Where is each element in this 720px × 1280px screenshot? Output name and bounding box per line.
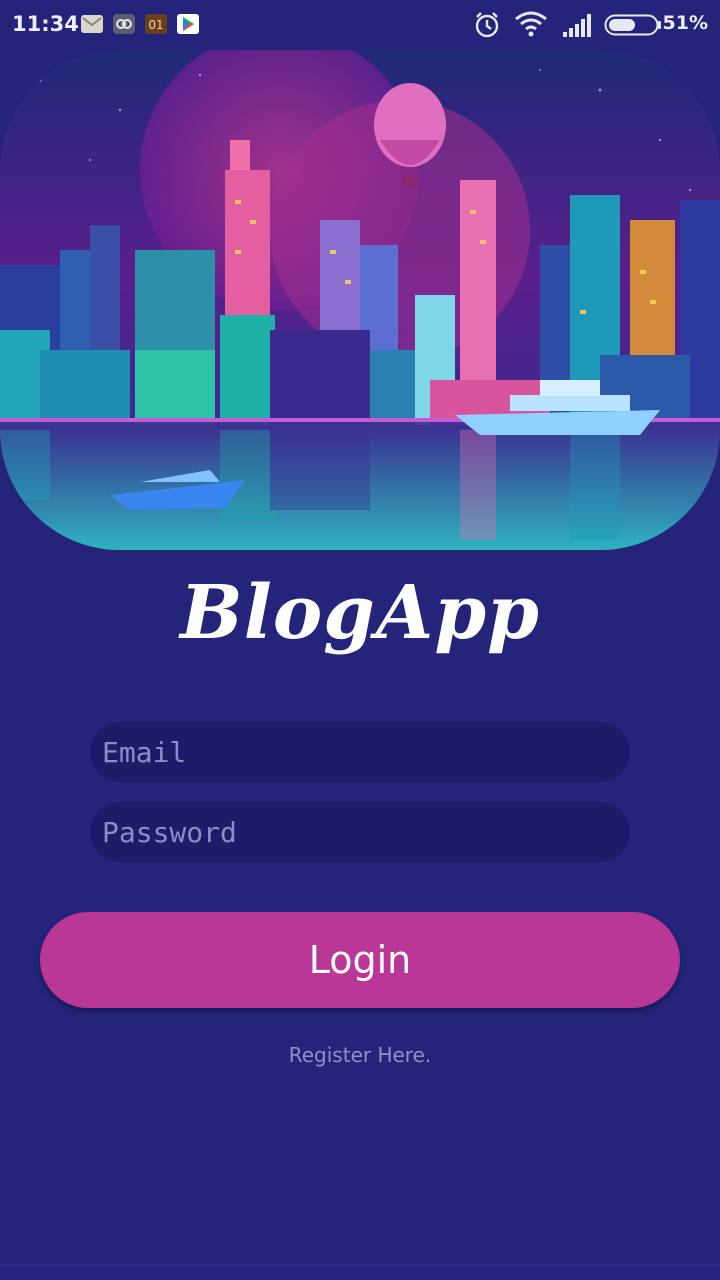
status-time: 11:34 [12,12,79,36]
login-button[interactable]: Login [40,912,680,1008]
app-title: BlogApp [180,570,540,656]
alarm-icon [475,12,499,38]
status-bar: 11:34 01 51% [0,0,720,50]
bottom-divider [0,1264,720,1266]
email-field[interactable] [90,722,630,782]
register-link[interactable]: Register Here. [0,1043,720,1067]
app-icon [113,14,135,34]
password-field[interactable] [90,802,630,862]
signal-icon [563,14,591,37]
play-store-icon [177,14,199,34]
wifi-icon [515,11,547,37]
hero-illustration [0,50,720,550]
battery-icon [604,14,661,36]
svg-text:01: 01 [148,18,163,32]
mail-icon [81,15,103,33]
city-skyline-image [0,50,720,550]
battery-percent: 51% [662,12,708,34]
counter-icon: 01 [145,14,167,34]
